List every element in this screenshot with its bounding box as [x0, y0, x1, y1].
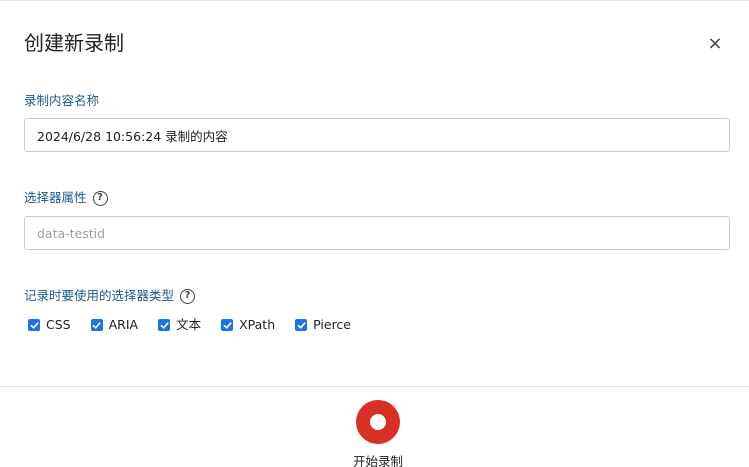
checkbox-pierce[interactable]: Pierce [295, 316, 351, 334]
help-icon[interactable]: ? [92, 190, 108, 206]
record-icon [370, 414, 386, 430]
checkbox-aria[interactable]: ARIA [90, 316, 139, 334]
checkbox-label: CSS [46, 317, 71, 332]
selector-attribute-input[interactable] [24, 216, 730, 250]
checkbox-label: ARIA [108, 317, 139, 332]
selector-types-label-text: 记录时要使用的选择器类型 [24, 288, 175, 303]
checkbox-checked-icon[interactable] [158, 319, 171, 331]
close-icon: × [707, 32, 723, 54]
start-recording-label[interactable]: 开始录制 [318, 453, 438, 467]
help-icon[interactable]: ? [180, 288, 196, 304]
recording-name-label: 录制内容名称 [24, 92, 99, 110]
dialog-header: 创建新录制 × [24, 29, 729, 59]
checkbox-checked-icon[interactable] [90, 319, 103, 331]
selector-type-checkboxes: CSS ARIA 文本 XPath Pierce [28, 316, 371, 334]
selector-types-label: 记录时要使用的选择器类型 ? [24, 287, 196, 305]
recording-name-input[interactable] [24, 118, 730, 152]
checkbox-label: 文本 [176, 317, 202, 332]
dialog-title: 创建新录制 [24, 31, 124, 55]
selector-attribute-label: 选择器属性 ? [24, 189, 108, 207]
checkbox-xpath[interactable]: XPath [221, 316, 275, 334]
footer-divider [0, 386, 749, 387]
checkbox-label: Pierce [313, 317, 351, 332]
checkbox-checked-icon[interactable] [28, 319, 40, 331]
close-button[interactable]: × [701, 29, 729, 57]
checkbox-css[interactable]: CSS [28, 316, 71, 334]
checkbox-checked-icon[interactable] [221, 319, 234, 331]
checkbox-text[interactable]: 文本 [158, 316, 201, 334]
selector-attribute-label-text: 选择器属性 [24, 190, 87, 205]
checkbox-checked-icon[interactable] [295, 319, 308, 331]
create-recording-dialog: 创建新录制 × 录制内容名称 选择器属性 ? 记录时要使用的选择器类型 ? CS… [0, 0, 749, 467]
start-recording-button[interactable] [356, 400, 400, 444]
recording-name-label-text: 录制内容名称 [24, 93, 100, 108]
checkbox-label: XPath [239, 317, 276, 332]
